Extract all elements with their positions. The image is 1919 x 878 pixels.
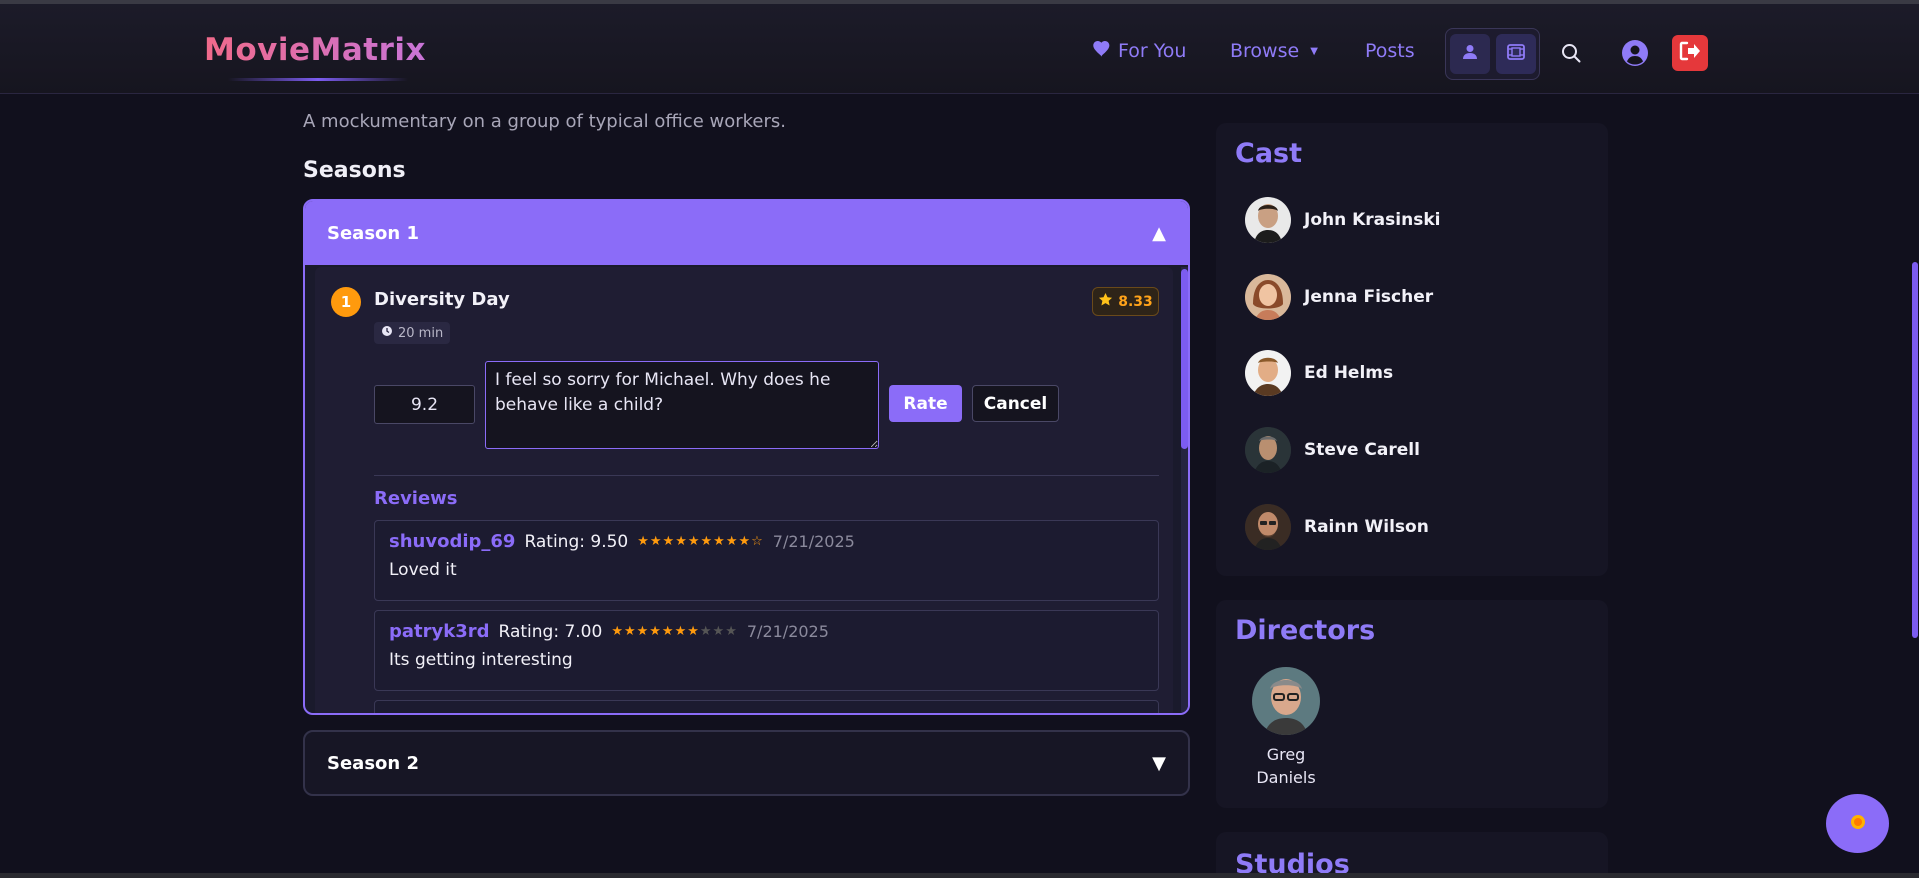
season-1-header[interactable]: Season 1 ▲ <box>305 201 1188 265</box>
nav-for-you-label: For You <box>1118 40 1187 62</box>
reviews-heading: Reviews <box>374 488 458 509</box>
cancel-button[interactable]: Cancel <box>972 385 1059 422</box>
review-card: patryk3rd Rating: 7.00 ★★★★★★★★★★ 7/21/2… <box>374 610 1159 691</box>
director-name: Greg Daniels <box>1256 745 1316 787</box>
clock-icon <box>381 325 393 341</box>
avatar <box>1245 274 1291 320</box>
episode-runtime-label: 20 min <box>398 325 444 341</box>
star-icon <box>1098 292 1113 311</box>
directors-card: Directors Greg Daniels <box>1216 600 1608 808</box>
review-date: 7/21/2025 <box>746 622 829 641</box>
avatar <box>1245 427 1291 473</box>
season-title: Season 1 <box>327 222 420 244</box>
nav-browse-label: Browse <box>1230 40 1300 62</box>
nav-for-you[interactable]: For You <box>1093 40 1186 62</box>
review-text: Its getting interesting <box>389 650 573 670</box>
cast-member[interactable]: Rainn Wilson <box>1245 504 1429 550</box>
cast-card: Cast John Krasinski Jenna Fischer Ed Hel… <box>1216 123 1608 576</box>
cast-name: John Krasinski <box>1304 210 1441 230</box>
cast-member[interactable]: John Krasinski <box>1245 197 1440 243</box>
film-icon <box>1506 44 1525 64</box>
chevron-up-icon: ▲ <box>1152 222 1166 244</box>
cast-name: Ed Helms <box>1304 363 1394 383</box>
divider <box>374 475 1159 476</box>
seasons-heading: Seasons <box>303 158 406 183</box>
review-rating: Rating: 9.50 <box>524 531 629 552</box>
review-rating: Rating: 7.00 <box>498 621 603 642</box>
nav-posts-label: Posts <box>1365 40 1415 62</box>
season-2-header[interactable]: Season 2 ▼ <box>303 730 1190 796</box>
review-card-partial <box>374 700 1159 713</box>
people-view-toggle[interactable] <box>1449 34 1490 74</box>
studios-card: Studios <box>1216 832 1608 878</box>
review-username[interactable]: shuvodip_69 <box>389 531 515 552</box>
review-date: 7/21/2025 <box>772 532 855 551</box>
heart-icon <box>1093 40 1111 62</box>
nav-browse-dropdown[interactable]: Browse ▼ <box>1230 40 1318 62</box>
avatar <box>1245 504 1291 550</box>
page-scrollbar-thumb[interactable] <box>1912 262 1918 638</box>
show-overview: A mockumentary on a group of typical off… <box>303 111 786 132</box>
cast-name: Rainn Wilson <box>1304 517 1429 537</box>
episode-title: Diversity Day <box>374 289 510 310</box>
rating-input[interactable] <box>374 385 475 424</box>
bottom-border <box>0 873 1919 878</box>
logo-underline <box>228 78 408 81</box>
review-text: Loved it <box>389 560 457 580</box>
cast-member[interactable]: Ed Helms <box>1245 350 1393 396</box>
review-username[interactable]: patryk3rd <box>389 621 490 642</box>
review-card: shuvodip_69 Rating: 9.50 ★★★★★★★★★☆ 7/21… <box>374 520 1159 601</box>
review-stars: ★★★★★★★★★★ <box>611 624 738 639</box>
directors-title: Directors <box>1235 615 1376 646</box>
nav-posts[interactable]: Posts <box>1365 40 1415 62</box>
episode-rating-badge: 8.33 <box>1092 287 1159 316</box>
season-title: Season 2 <box>327 752 420 774</box>
episode-card: 1 Diversity Day 20 min 8.33 I feel so so… <box>315 267 1173 713</box>
review-stars: ★★★★★★★★★☆ <box>637 534 764 549</box>
cast-name: Steve Carell <box>1304 440 1420 460</box>
theme-toggle-button[interactable] <box>1826 794 1889 853</box>
search-icon[interactable] <box>1556 38 1586 68</box>
sun-icon <box>1848 812 1868 836</box>
review-textarea[interactable]: I feel so sorry for Michael. Why does he… <box>485 361 879 449</box>
cast-member[interactable]: Jenna Fischer <box>1245 274 1433 320</box>
user-circle-icon[interactable] <box>1620 38 1650 68</box>
episodes-scrollbar-thumb[interactable] <box>1181 269 1188 449</box>
logout-button[interactable] <box>1672 35 1708 71</box>
person-icon <box>1462 44 1478 64</box>
page-scrollbar[interactable] <box>1910 94 1919 878</box>
cast-member[interactable]: Steve Carell <box>1245 427 1420 473</box>
view-toggle-group <box>1445 28 1540 80</box>
brand-logo[interactable]: MovieMatrix <box>204 32 426 68</box>
cast-title: Cast <box>1235 138 1303 169</box>
episode-number-badge: 1 <box>331 287 361 317</box>
navbar: MovieMatrix For You Browse ▼ Posts <box>0 0 1919 94</box>
episode-runtime: 20 min <box>374 322 451 344</box>
avatar <box>1252 667 1320 735</box>
avatar <box>1245 350 1291 396</box>
film-view-toggle[interactable] <box>1495 34 1536 74</box>
rate-button[interactable]: Rate <box>889 385 962 422</box>
episode-rating-value: 8.33 <box>1118 293 1153 310</box>
episodes-scrollbar[interactable] <box>1181 267 1188 713</box>
director-member[interactable]: Greg Daniels <box>1245 667 1327 789</box>
season-1-panel: Season 1 ▲ 1 Diversity Day 20 min 8.33 I… <box>303 199 1190 715</box>
caret-down-icon: ▼ <box>1310 45 1318 57</box>
cast-name: Jenna Fischer <box>1304 287 1434 307</box>
logout-icon <box>1679 41 1701 65</box>
chevron-down-icon: ▼ <box>1152 752 1166 774</box>
avatar <box>1245 197 1291 243</box>
